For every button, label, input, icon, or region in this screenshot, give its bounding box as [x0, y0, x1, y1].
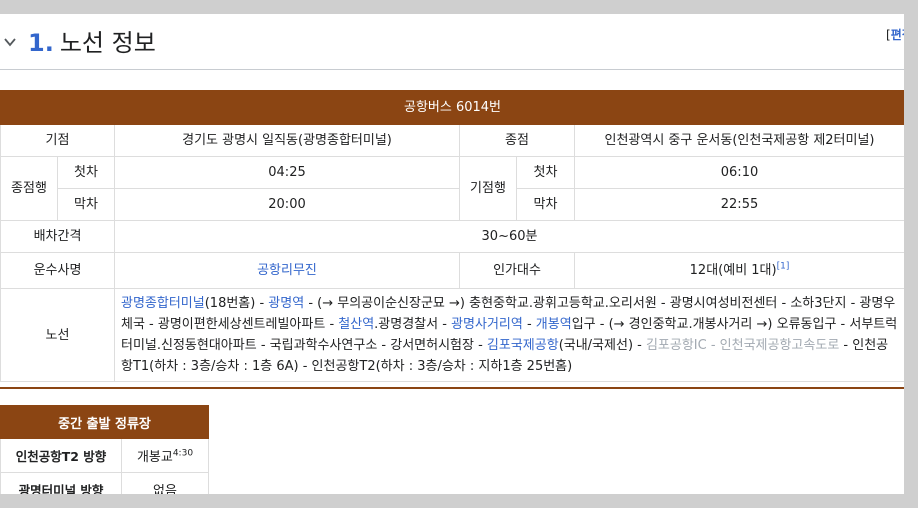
- section-title: 1. 노선 정보: [28, 26, 156, 60]
- route-stop-link[interactable]: 광명역: [268, 296, 304, 311]
- route-row: 노선 광명종합터미널(18번홈) - 광명역 - (→ 무의공이순신장군묘 →)…: [0, 288, 904, 382]
- stops-header: 중간 출발 정류장: [0, 405, 209, 439]
- route-text: .광명경찰서 -: [374, 317, 452, 332]
- last-label-a: 막차: [57, 188, 115, 221]
- fleet-label: 인가대수: [459, 252, 575, 289]
- route-stop-link[interactable]: 광명종합터미널: [121, 296, 205, 311]
- route-stop-link[interactable]: 김포공항IC - 인천국제공항고속도로: [646, 338, 839, 353]
- terminal-row: 기점 경기도 광명시 일직동(광명종합터미널) 종점 인천광역시 중구 운서동(…: [0, 124, 904, 157]
- stop-value-cell: 개봉교4:30: [121, 438, 209, 473]
- route-text: (18번홈) -: [204, 296, 269, 311]
- stops-row: 광명터미널 방향 없음: [0, 472, 209, 494]
- fleet-value: 12대(예비 1대): [689, 263, 777, 278]
- last-label-b: 막차: [516, 188, 575, 221]
- article-page: 1.노선 정보 [편집 공항버스 6014번 기점 경기도 광명시 일직동(광명…: [0, 14, 904, 494]
- edit-link[interactable]: [편집: [886, 26, 904, 43]
- section-title-text: 노선 정보: [59, 29, 156, 57]
- route-stop-link[interactable]: 광명사거리역: [451, 317, 523, 332]
- interval-label: 배차간격: [0, 220, 115, 253]
- first-label-a: 첫차: [57, 156, 115, 189]
- route-stop-link[interactable]: 김포국제공항: [487, 338, 559, 353]
- first-label-b: 첫차: [516, 156, 575, 189]
- operator-row: 운수사명 공항리무진 인가대수 12대(예비 1대)[1]: [0, 252, 904, 289]
- stops-header-row: 중간 출발 정류장: [0, 405, 209, 439]
- start-label: 기점: [0, 124, 115, 157]
- section-heading: 1.노선 정보 [편집: [0, 14, 904, 70]
- section-number: 1.: [28, 29, 54, 57]
- end-last-value: 20:00: [114, 188, 460, 221]
- table-bottom-rule: [0, 387, 904, 389]
- interval-row: 배차간격 30~60분: [0, 220, 904, 253]
- route-text: (국내/국제선) -: [558, 338, 646, 353]
- first-bus-row: 종점행 첫차 04:25 기점행 첫차 06:10: [0, 156, 904, 221]
- stop-direction: 광명터미널 방향: [0, 472, 122, 494]
- from-start-label: 기점행: [459, 156, 517, 221]
- stop-direction: 인천공항T2 방향: [0, 438, 122, 473]
- operator-label: 운수사명: [0, 252, 115, 289]
- route-text: -: [522, 317, 536, 332]
- stops-row: 인천공항T2 방향 개봉교4:30: [0, 438, 209, 473]
- stop-value-cell: 없음: [121, 472, 209, 494]
- stop-value: 없음: [153, 484, 177, 494]
- start-value: 경기도 광명시 일직동(광명종합터미널): [114, 124, 460, 157]
- stop-value: 개봉교: [136, 450, 173, 465]
- start-first-value: 06:10: [574, 156, 904, 189]
- stop-time: 4:30: [172, 448, 194, 459]
- from-end-label: 종점행: [0, 156, 58, 221]
- intermediate-stops-table: 중간 출발 정류장 인천공항T2 방향 개봉교4:30 광명터미널 방향 없음: [0, 405, 209, 494]
- chevron-down-icon[interactable]: [3, 35, 17, 49]
- route-stop-link[interactable]: 개봉역: [536, 317, 572, 332]
- last-bus-row: 막차 20:00 막차 22:55: [1, 188, 904, 221]
- end-value: 인천광역시 중구 운서동(인천국제공항 제2터미널): [574, 124, 904, 157]
- end-first-value: 04:25: [114, 156, 460, 189]
- route-table-title: 공항버스 6014번: [0, 90, 904, 125]
- route-stops-text: 광명종합터미널(18번홈) - 광명역 - (→ 무의공이순신장군묘 →) 충현…: [114, 288, 904, 382]
- route-table-header-row: 공항버스 6014번: [0, 90, 904, 125]
- route-info-table: 공항버스 6014번 기점 경기도 광명시 일직동(광명종합터미널) 종점 인천…: [0, 90, 904, 382]
- operator-value[interactable]: 공항리무진: [257, 263, 317, 278]
- route-stop-link[interactable]: 철산역: [338, 317, 374, 332]
- end-label: 종점: [459, 124, 575, 157]
- route-label: 노선: [0, 288, 115, 382]
- edit-label[interactable]: 편집: [891, 28, 904, 42]
- fleet-reference-link[interactable]: [1]: [777, 262, 790, 272]
- interval-value: 30~60분: [114, 220, 904, 253]
- start-last-value: 22:55: [574, 188, 904, 221]
- operator-link[interactable]: 공항리무진: [114, 252, 460, 289]
- fleet-cell: 12대(예비 1대)[1]: [574, 252, 904, 289]
